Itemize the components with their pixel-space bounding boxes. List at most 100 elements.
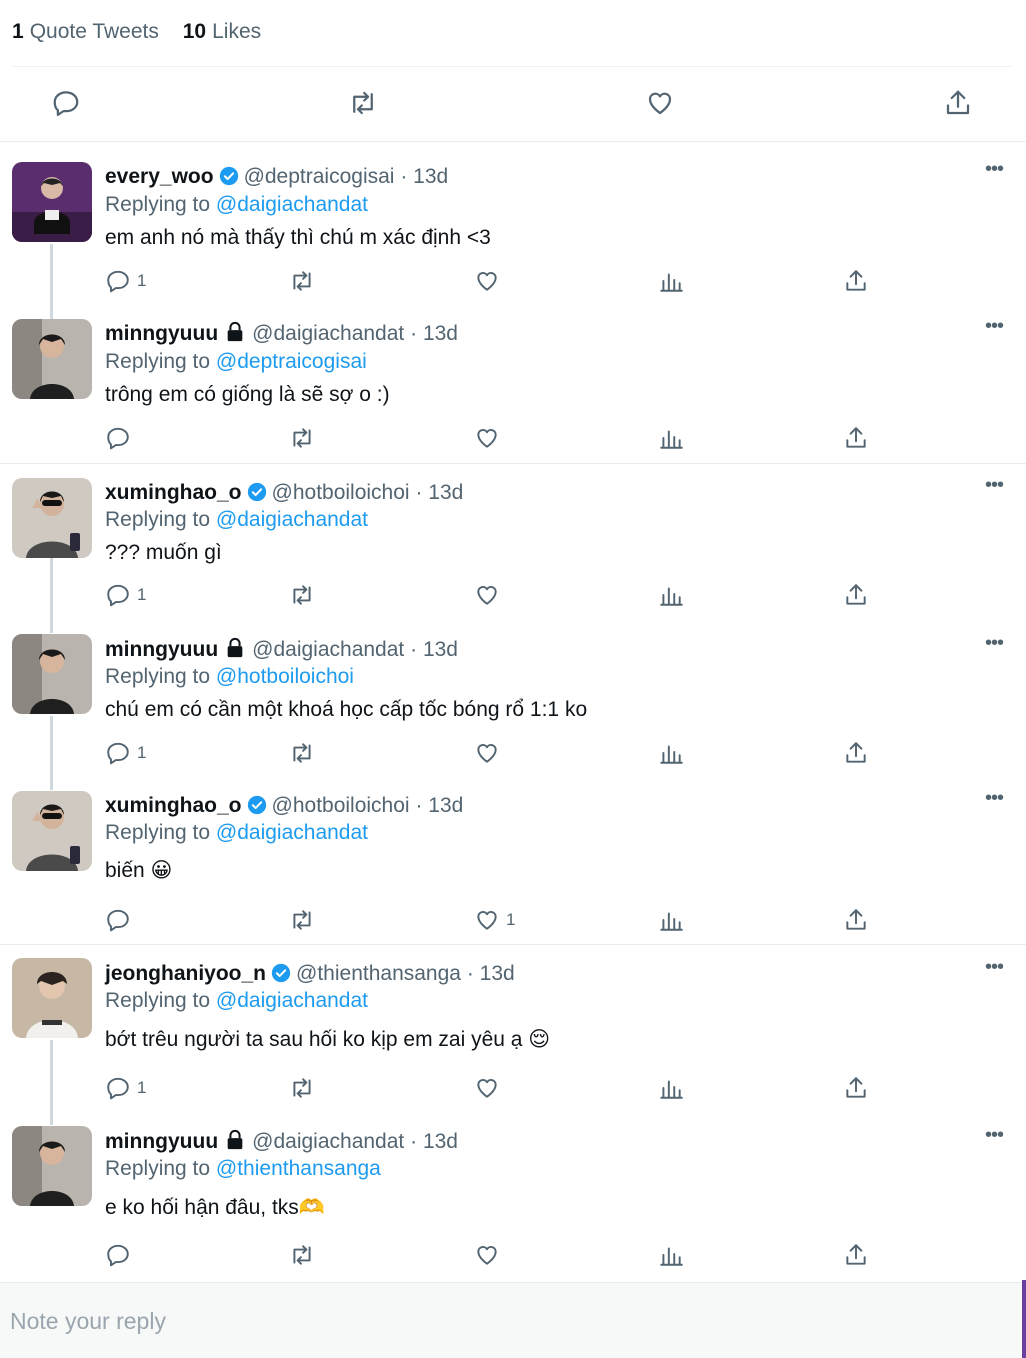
retweet-button[interactable] — [289, 738, 315, 768]
share-icon — [846, 427, 866, 448]
like-button[interactable] — [474, 266, 500, 296]
reply-button[interactable]: 1 — [105, 266, 146, 296]
share-button[interactable] — [843, 423, 869, 453]
display-name[interactable]: every_woo — [105, 165, 214, 188]
avatar[interactable] — [12, 791, 92, 871]
handle[interactable]: @daigiachandat — [252, 322, 404, 345]
like-button[interactable]: 1 — [474, 905, 515, 935]
mention-link[interactable]: @deptraicogisai — [216, 350, 367, 373]
retweet-icon — [353, 91, 373, 115]
retweet-button[interactable] — [289, 580, 315, 610]
more-options-icon[interactable]: ••• — [982, 475, 1006, 498]
mention-link[interactable]: @daigiachandat — [216, 193, 368, 216]
reply-button[interactable]: 1 — [105, 1073, 146, 1103]
share-button[interactable] — [843, 1240, 869, 1270]
display-name[interactable]: xuminghao_o — [105, 481, 242, 504]
timestamp[interactable]: 13d — [423, 322, 458, 345]
share-button[interactable] — [843, 580, 869, 610]
avatar[interactable] — [12, 162, 92, 242]
quote-tweets-stat[interactable]: 1 Quote Tweets — [12, 20, 159, 43]
handle[interactable]: @hotboiloichoi — [272, 794, 410, 817]
analytics-button[interactable] — [658, 580, 684, 610]
handle[interactable]: @daigiachandat — [252, 1130, 404, 1153]
reply-tweet[interactable]: minngyuuu @daigiachandat · 13d ••• Replyi… — [0, 299, 1026, 463]
share-button[interactable] — [843, 1073, 869, 1103]
reply-tweet[interactable]: jeonghaniyoo_n @thienthansanga · 13d ••• … — [0, 938, 1026, 1106]
retweet-button[interactable] — [345, 85, 381, 121]
timestamp[interactable]: 13d — [423, 638, 458, 661]
more-options-icon[interactable]: ••• — [982, 957, 1006, 980]
like-button[interactable] — [642, 85, 678, 121]
reply-input[interactable] — [10, 1303, 990, 1339]
analytics-icon — [660, 273, 683, 292]
handle[interactable]: @deptraicogisai — [244, 165, 395, 188]
timestamp[interactable]: 13d — [480, 962, 515, 985]
display-name[interactable]: minngyuuu — [105, 1130, 218, 1153]
like-button[interactable] — [474, 580, 500, 610]
reply-button[interactable]: 1 — [105, 738, 146, 768]
more-options-icon[interactable]: ••• — [982, 633, 1006, 656]
more-options-icon[interactable]: ••• — [982, 316, 1006, 339]
like-button[interactable] — [474, 1073, 500, 1103]
analytics-button[interactable] — [658, 1073, 684, 1103]
timestamp[interactable]: 13d — [413, 165, 448, 188]
handle[interactable]: @daigiachandat — [252, 638, 404, 661]
handle[interactable]: @hotboiloichoi — [272, 481, 410, 504]
analytics-button[interactable] — [658, 423, 684, 453]
replying-to: Replying to @deptraicogisai — [105, 349, 367, 375]
mention-link[interactable]: @hotboiloichoi — [216, 665, 354, 688]
analytics-button[interactable] — [658, 738, 684, 768]
avatar[interactable] — [12, 958, 92, 1038]
reply-tweet[interactable]: minngyuuu @daigiachandat · 13d ••• Replyi… — [0, 1106, 1026, 1282]
mention-link[interactable]: @daigiachandat — [216, 821, 368, 844]
retweet-button[interactable] — [289, 905, 315, 935]
share-button[interactable] — [843, 738, 869, 768]
replying-label: Replying to — [105, 350, 211, 373]
timestamp[interactable]: 13d — [428, 481, 463, 504]
replying-to: Replying to @hotboiloichoi — [105, 664, 354, 690]
handle[interactable]: @thienthansanga — [296, 962, 461, 985]
retweet-button[interactable] — [289, 1073, 315, 1103]
reply-tweet[interactable]: every_woo @deptraicogisai · 13d ••• Reply… — [0, 142, 1026, 307]
analytics-button[interactable] — [658, 905, 684, 935]
replying-to: Replying to @daigiachandat — [105, 192, 368, 218]
reply-button[interactable] — [48, 85, 84, 121]
reply-button[interactable] — [105, 1240, 137, 1270]
analytics-button[interactable] — [658, 266, 684, 296]
replying-to: Replying to @daigiachandat — [105, 507, 368, 533]
mention-link[interactable]: @daigiachandat — [216, 508, 368, 531]
retweet-button[interactable] — [289, 266, 315, 296]
display-name[interactable]: minngyuuu — [105, 638, 218, 661]
reply-button[interactable] — [105, 905, 137, 935]
share-button[interactable] — [843, 266, 869, 296]
reply-button[interactable] — [105, 423, 137, 453]
retweet-button[interactable] — [289, 423, 315, 453]
avatar[interactable] — [12, 634, 92, 714]
reply-tweet[interactable]: xuminghao_o @hotboiloichoi · 13d ••• Repl… — [0, 456, 1026, 621]
mention-link[interactable]: @thienthansanga — [216, 1157, 381, 1180]
retweet-button[interactable] — [289, 1240, 315, 1270]
like-button[interactable] — [474, 738, 500, 768]
more-options-icon[interactable]: ••• — [982, 788, 1006, 811]
display-name[interactable]: minngyuuu — [105, 322, 218, 345]
reply-tweet[interactable]: xuminghao_o @hotboiloichoi · 13d ••• Repl… — [0, 771, 1026, 944]
reply-tweet[interactable]: minngyuuu @daigiachandat · 13d ••• Replyi… — [0, 614, 1026, 778]
share-button[interactable] — [940, 85, 976, 121]
mention-link[interactable]: @daigiachandat — [216, 989, 368, 1012]
share-button[interactable] — [843, 905, 869, 935]
more-options-icon[interactable]: ••• — [982, 159, 1006, 182]
likes-stat[interactable]: 10 Likes — [183, 20, 261, 43]
more-options-icon[interactable]: ••• — [982, 1125, 1006, 1148]
avatar[interactable] — [12, 478, 92, 558]
timestamp[interactable]: 13d — [423, 1130, 458, 1153]
timestamp[interactable]: 13d — [428, 794, 463, 817]
reply-button[interactable]: 1 — [105, 580, 146, 610]
display-name[interactable]: jeonghaniyoo_n — [105, 962, 266, 985]
display-name[interactable]: xuminghao_o — [105, 794, 242, 817]
share-icon — [846, 270, 866, 291]
avatar[interactable] — [12, 1126, 92, 1206]
like-button[interactable] — [474, 423, 500, 453]
analytics-button[interactable] — [658, 1240, 684, 1270]
avatar[interactable] — [12, 319, 92, 399]
like-button[interactable] — [474, 1240, 500, 1270]
